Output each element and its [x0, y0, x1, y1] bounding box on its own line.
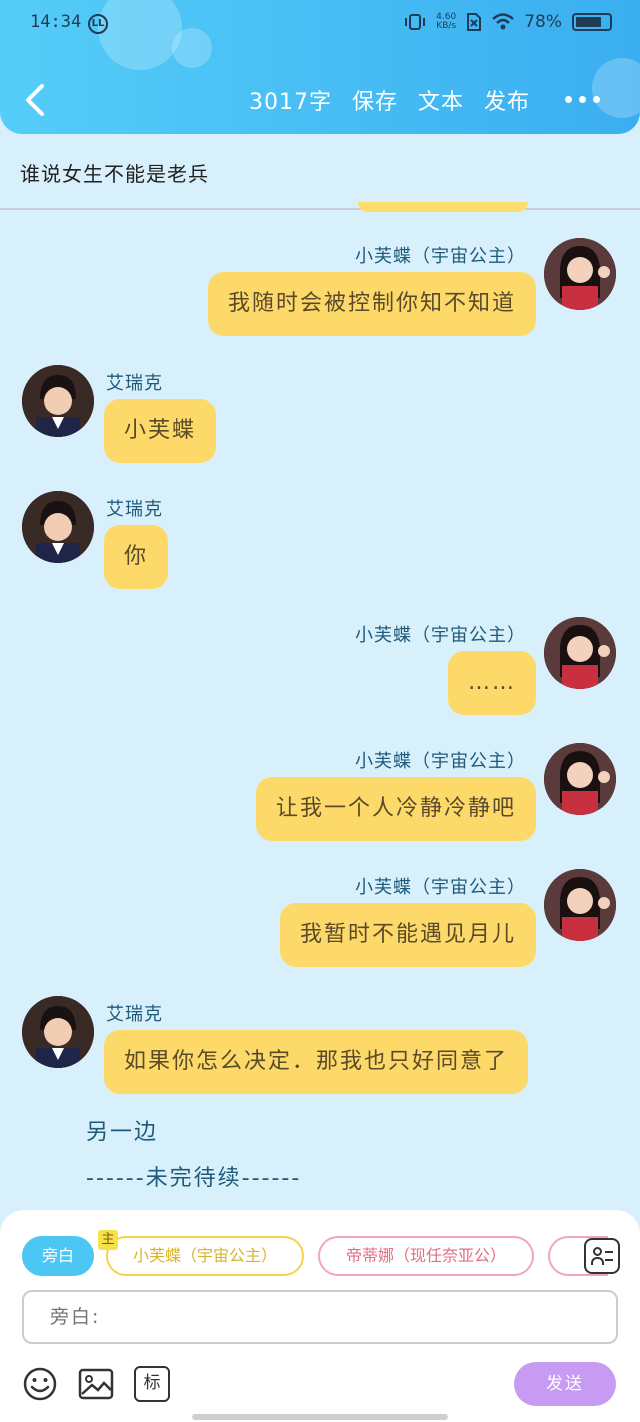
sender-name: 小芙蝶（宇宙公主） — [355, 625, 526, 646]
no-sim-icon — [467, 13, 482, 31]
character-chip-xiaofudie[interactable]: 小芙蝶（宇宙公主） — [106, 1236, 304, 1276]
message-bubble[interactable]: 我随时会被控制你知不知道 — [207, 272, 536, 336]
contact-card-icon[interactable] — [584, 1238, 620, 1274]
sender-name: 艾瑞克 — [106, 1004, 163, 1025]
avatar-xiaofudie[interactable] — [544, 617, 616, 689]
battery-fill — [576, 17, 601, 27]
chat-area[interactable]: 小芙蝶（宇宙公主） 我随时会被控制你知不知道 艾瑞克 小芙蝶 艾瑞克 你 小芙蝶… — [0, 210, 640, 1210]
text-button[interactable]: 文本 — [418, 84, 464, 116]
status-time: 14:34 — [30, 12, 82, 32]
battery-percent: 78% — [524, 12, 562, 32]
character-selector: 旁白 小芙蝶（宇宙公主） 主 帝蒂娜（现任奈亚公） — [0, 1230, 640, 1278]
avatar-eric[interactable] — [22, 996, 94, 1068]
sender-name: 小芙蝶（宇宙公主） — [355, 751, 526, 772]
composer-panel: 旁白 小芙蝶（宇宙公主） 主 帝蒂娜（现任奈亚公） 标 发送 — [0, 1210, 640, 1422]
sender-name: 艾瑞克 — [106, 373, 163, 394]
message-input[interactable] — [22, 1290, 618, 1344]
message-bubble[interactable]: 让我一个人冷静冷静吧 — [255, 777, 536, 841]
status-indicators: 4.60 KB/s 78% — [404, 12, 612, 32]
sender-name: 小芙蝶（宇宙公主） — [355, 877, 526, 898]
image-icon[interactable] — [78, 1366, 114, 1402]
word-count: 3017字 — [248, 90, 332, 115]
main-character-badge: 主 — [98, 1230, 118, 1250]
sender-name: 小芙蝶（宇宙公主） — [355, 246, 526, 267]
avatar-eric[interactable] — [22, 365, 94, 437]
save-button[interactable]: 保存 — [352, 84, 398, 116]
character-chip-narration[interactable]: 旁白 — [22, 1236, 94, 1276]
avatar-eric[interactable] — [22, 491, 94, 563]
emoji-icon[interactable] — [22, 1366, 58, 1402]
message-bubble[interactable]: 如果你怎么决定．那我也只好同意了 — [104, 1030, 529, 1094]
narration-line[interactable]: 另一边 — [86, 1114, 158, 1146]
wifi-icon — [492, 13, 515, 30]
message-bubble[interactable]: 我暂时不能遇见月儿 — [279, 903, 536, 967]
avatar-xiaofudie[interactable] — [544, 238, 616, 310]
character-chip-didina[interactable]: 帝蒂娜（现任奈亚公） — [318, 1236, 534, 1276]
status-ll-icon: LL — [88, 14, 108, 34]
status-bar: 14:34 LL 4.60 KB/s 78% — [0, 0, 640, 50]
nav-actions: 3017字 保存 文本 发布 — [249, 84, 530, 116]
story-title: 谁说女生不能是老兵 — [20, 162, 209, 186]
vibrate-icon — [405, 14, 426, 30]
publish-button[interactable]: 发布 — [484, 84, 530, 116]
home-indicator[interactable] — [192, 1414, 448, 1420]
back-icon[interactable] — [18, 80, 54, 120]
message-bubble[interactable]: …… — [448, 651, 536, 715]
send-button[interactable]: 发送 — [514, 1362, 616, 1406]
net-speed: 4.60 KB/s — [436, 13, 456, 31]
mark-tool-button[interactable]: 标 — [134, 1366, 170, 1402]
avatar-xiaofudie[interactable] — [544, 869, 616, 941]
message-bubble[interactable]: 小芙蝶 — [104, 399, 217, 463]
narration-line[interactable]: ------未完待续------ — [86, 1160, 301, 1192]
nav-bar: 3017字 保存 文本 发布 — [0, 70, 640, 130]
app-header: 14:34 LL 4.60 KB/s 78% 3017字 保存 文本 发布 — [0, 0, 640, 134]
message-bubble[interactable]: 你 — [104, 525, 169, 589]
avatar-xiaofudie[interactable] — [544, 743, 616, 815]
sender-name: 艾瑞克 — [106, 499, 163, 520]
battery-icon — [572, 13, 612, 31]
net-speed-unit: KB/s — [436, 21, 457, 31]
more-icon[interactable] — [565, 96, 600, 103]
